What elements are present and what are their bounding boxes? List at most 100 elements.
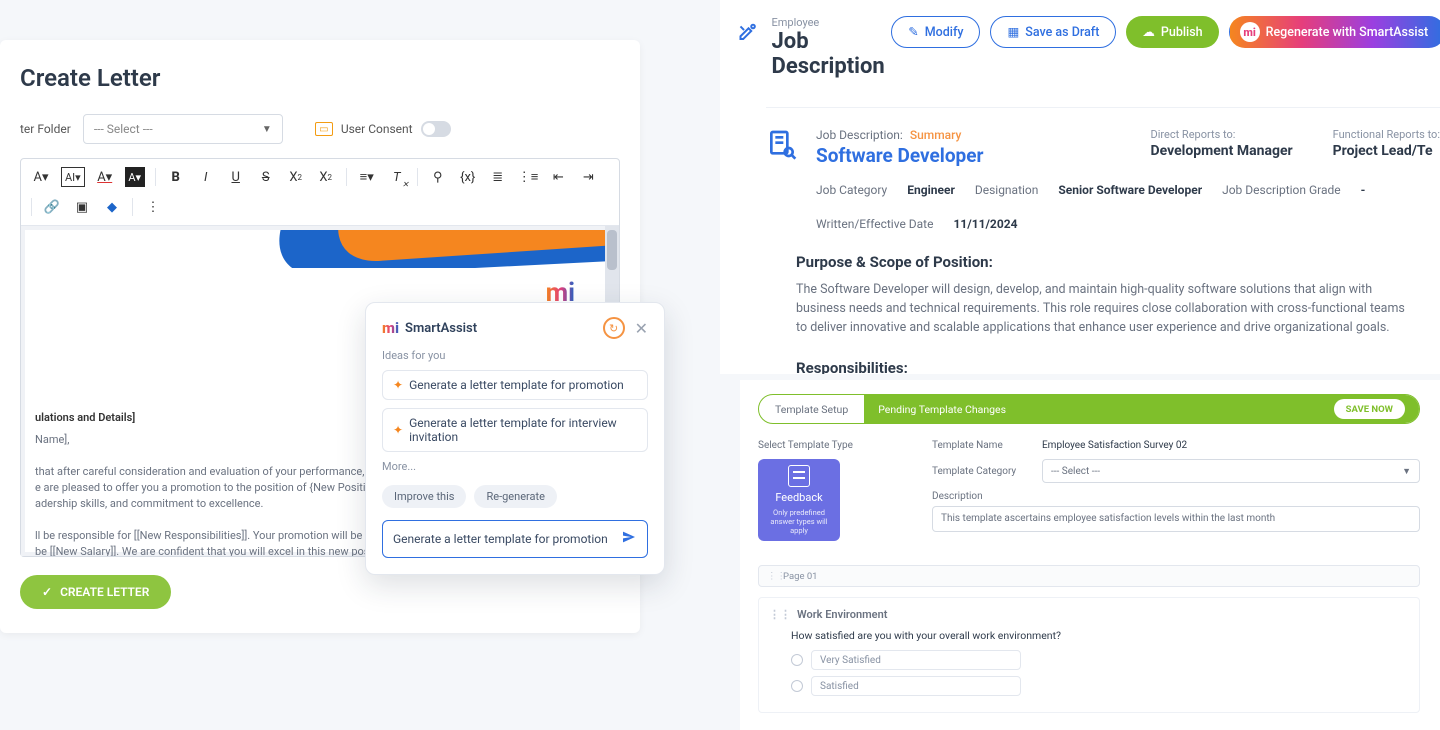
more-button[interactable]: ⋮ <box>143 197 163 217</box>
feedback-subtitle: Only predefined answer types will apply <box>764 508 834 535</box>
drag-handle-icon[interactable]: ⋮⋮ <box>767 571 777 582</box>
direct-reports-value: Development Manager <box>1151 143 1293 159</box>
cloud-icon: ☁ <box>1142 24 1155 40</box>
pencil-icon: ✎ <box>908 24 918 40</box>
template-setup-panel: Template Setup Pending Template Changes … <box>740 380 1440 730</box>
tab-template-setup[interactable]: Template Setup <box>759 395 864 423</box>
question-text: How satisfied are you with your overall … <box>791 629 1409 642</box>
send-icon[interactable] <box>621 529 637 549</box>
mi-logo-icon: mi <box>382 319 399 337</box>
ideas-heading: Ideas for you <box>382 349 648 362</box>
draft-label: Save as Draft <box>1025 25 1099 40</box>
create-letter-button[interactable]: ✓ CREATE LETTER <box>20 575 171 609</box>
subscript-button[interactable]: X2 <box>286 167 306 187</box>
direct-reports-label: Direct Reports to: <box>1151 128 1293 141</box>
field-label: Written/Effective Date <box>816 217 933 231</box>
regenerate-button[interactable]: mi Regenerate with SmartAssist <box>1229 16 1440 48</box>
side-label: Select Template Type <box>758 440 908 451</box>
status-bar: Template Setup Pending Template Changes … <box>758 394 1420 424</box>
field-value: - <box>1361 183 1366 197</box>
consent-toggle[interactable] <box>421 121 451 137</box>
clear-format-button[interactable]: T✕ <box>387 167 407 187</box>
link-button[interactable]: 🔗 <box>42 197 62 217</box>
reports-block: Direct Reports to: Development Manager F… <box>1151 128 1440 167</box>
option-row: Very Satisfied <box>791 650 1409 670</box>
select-placeholder: --- Select --- <box>1051 466 1100 477</box>
image-button[interactable]: ▣ <box>72 197 92 217</box>
option-row: Satisfied <box>791 676 1409 696</box>
option-input[interactable]: Satisfied <box>811 676 1021 696</box>
template-category-select[interactable]: --- Select --- ▼ <box>1042 459 1420 483</box>
banner-text: Pending Template Changes <box>878 403 1006 416</box>
highlight-button[interactable]: A▾ <box>125 167 145 187</box>
smartassist-popover: mi SmartAssist ↻ ✕ Ideas for you ✦ Gener… <box>365 302 665 575</box>
chip-improve[interactable]: Improve this <box>382 485 466 508</box>
outdent-button[interactable]: ⇤ <box>548 167 568 187</box>
option-input[interactable]: Very Satisfied <box>811 650 1021 670</box>
save-icon: ▦ <box>1007 24 1019 40</box>
check-icon: ✓ <box>42 585 52 599</box>
user-consent: ▭ User Consent <box>315 121 451 137</box>
field-value: Senior Software Developer <box>1058 183 1202 197</box>
modify-label: Modify <box>925 25 964 40</box>
font-family-dropdown[interactable]: AI▾ <box>61 167 85 187</box>
close-icon[interactable]: ✕ <box>635 319 648 338</box>
form-icon <box>788 465 810 487</box>
letter-controls: ter Folder --- Select --- ▼ ▭ User Conse… <box>20 114 620 144</box>
unordered-list-button[interactable]: ⋮≡ <box>518 167 539 187</box>
smartassist-input[interactable] <box>393 532 621 546</box>
more-ideas[interactable]: More... <box>382 460 648 473</box>
separator <box>31 198 32 216</box>
text-color-button[interactable]: A▾ <box>95 167 115 187</box>
section-text: The Software Developer will design, deve… <box>796 281 1410 337</box>
zoom-button[interactable]: ⚲ <box>428 167 448 187</box>
functional-reports-value: Project Lead/Te <box>1333 143 1440 159</box>
idea-label: Generate a letter template for promotion <box>409 378 624 392</box>
history-icon[interactable]: ↻ <box>603 317 625 339</box>
idea-promotion[interactable]: ✦ Generate a letter template for promoti… <box>382 370 648 400</box>
description-row: Description This template ascertains emp… <box>932 491 1420 532</box>
field-value: Engineer <box>907 183 955 197</box>
strike-button[interactable]: S <box>256 167 276 187</box>
smartassist-input-wrap <box>382 520 648 558</box>
save-now-button[interactable]: SAVE NOW <box>1334 399 1405 419</box>
publish-label: Publish <box>1161 25 1203 40</box>
regenerate-label: Regenerate with SmartAssist <box>1266 25 1429 40</box>
section-heading: Purpose & Scope of Position: <box>796 253 1410 271</box>
font-size-dropdown[interactable]: A▾ <box>31 167 51 187</box>
sparkle-icon: ✦ <box>393 378 403 392</box>
template-type-side: Select Template Type Feedback Only prede… <box>758 440 908 541</box>
separator <box>155 168 156 186</box>
chip-regenerate[interactable]: Re-generate <box>474 485 557 508</box>
radio-icon[interactable] <box>791 680 803 692</box>
bold-button[interactable]: B <box>166 167 186 187</box>
page-label: Page 01 <box>783 571 818 582</box>
chevron-down-icon: ▼ <box>262 124 272 135</box>
align-button[interactable]: ≡▾ <box>357 167 377 187</box>
scrollbar-thumb[interactable] <box>607 230 617 270</box>
folder-select[interactable]: --- Select --- ▼ <box>83 114 283 144</box>
variable-button[interactable]: {x} <box>458 167 478 187</box>
indent-button[interactable]: ⇥ <box>578 167 598 187</box>
modify-button[interactable]: ✎ Modify <box>891 16 980 48</box>
publish-button[interactable]: ☁ Publish <box>1126 16 1218 48</box>
save-draft-button[interactable]: ▦ Save as Draft <box>990 16 1116 48</box>
idea-interview[interactable]: ✦ Generate a letter template for intervi… <box>382 408 648 452</box>
italic-button[interactable]: I <box>196 167 216 187</box>
section-heading: Responsibilities: <box>796 359 1410 374</box>
briefcase-icon: ▭ <box>315 122 333 136</box>
feedback-type-card[interactable]: Feedback Only predefined answer types wi… <box>758 459 840 541</box>
underline-button[interactable]: U <box>226 167 246 187</box>
radio-icon[interactable] <box>791 654 803 666</box>
separator <box>132 198 133 216</box>
superscript-button[interactable]: X2 <box>316 167 336 187</box>
template-name-value[interactable]: Employee Satisfaction Survey 02 <box>1042 440 1187 451</box>
tools-icon <box>736 22 758 50</box>
description-input[interactable]: This template ascertains employee satisf… <box>932 506 1420 532</box>
ordered-list-button[interactable]: ≣ <box>488 167 508 187</box>
drag-handle-icon[interactable]: ⋮⋮ <box>769 608 791 621</box>
job-description-panel: Employee Job Description ✎ Modify ▦ Save… <box>720 0 1440 374</box>
page-indicator[interactable]: ⋮⋮ Page 01 <box>758 565 1420 587</box>
table-button[interactable]: ◆ <box>102 197 122 217</box>
idea-label: Generate a letter template for interview… <box>409 416 637 444</box>
